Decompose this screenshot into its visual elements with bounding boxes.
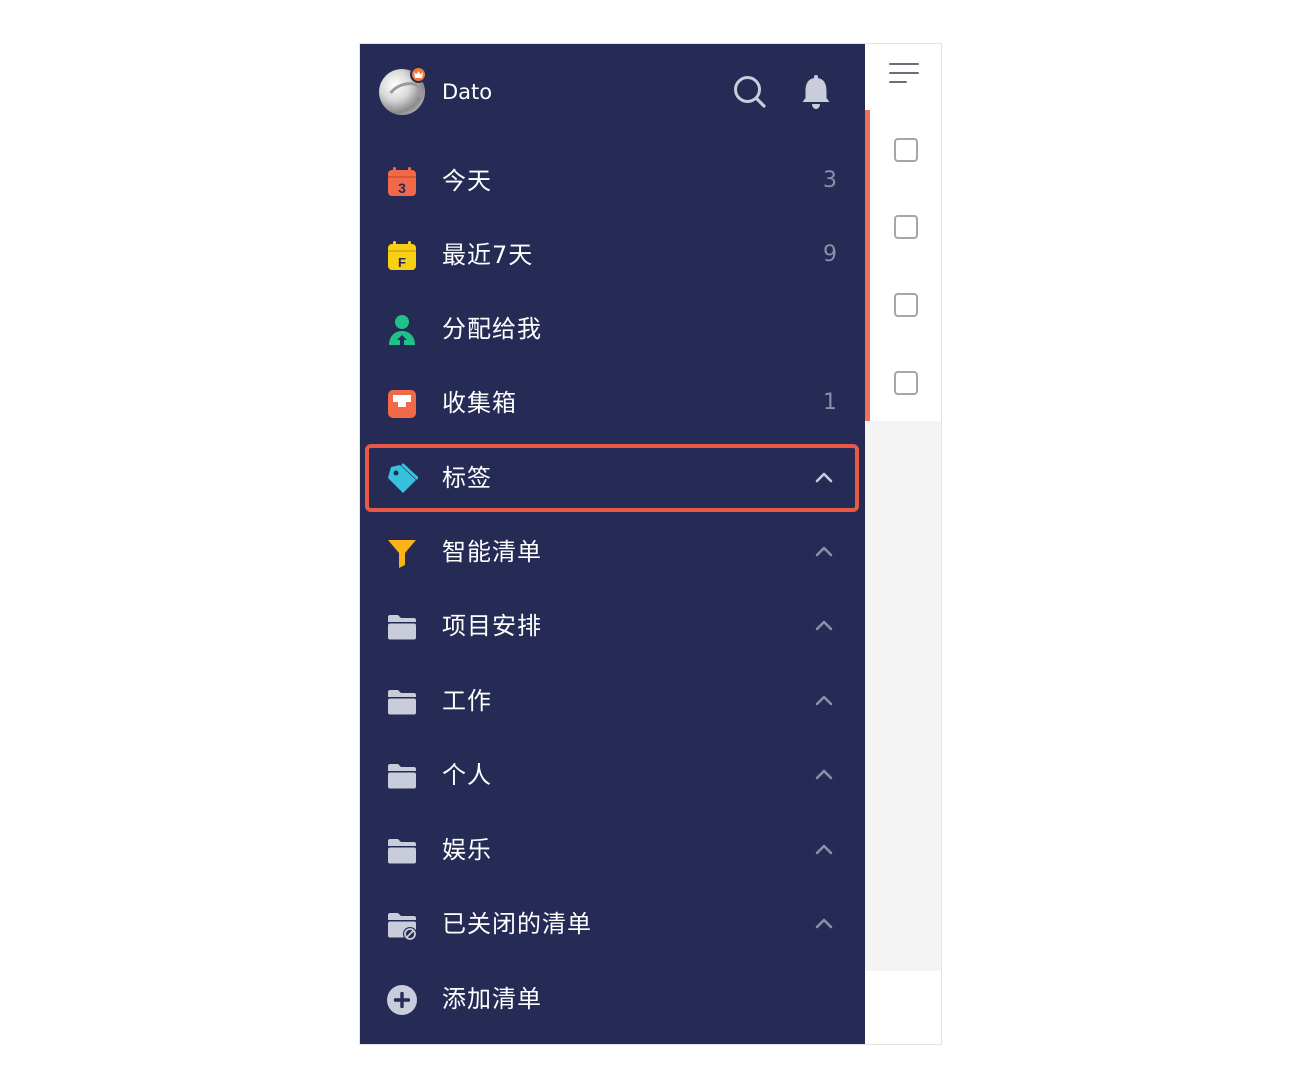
folder-icon: [386, 835, 418, 867]
chevron-up-icon[interactable]: [813, 617, 835, 633]
svg-text:F: F: [398, 255, 406, 270]
menu-item-label: 工作: [442, 687, 492, 715]
menu-item-closed-lists[interactable]: 已关闭的清单: [360, 887, 865, 961]
folder-icon: [386, 760, 418, 792]
menu-item-folder-personal[interactable]: 个人: [360, 738, 865, 812]
inbox-icon: [386, 388, 418, 420]
task-checkbox[interactable]: [894, 138, 918, 162]
add-circle-icon: [386, 984, 418, 1016]
svg-text:3: 3: [398, 180, 406, 196]
menu-item-label: 个人: [442, 761, 492, 789]
menu-item-assigned-to-me[interactable]: 分配给我: [360, 292, 865, 366]
menu-item-today[interactable]: 3 今天 3: [360, 144, 865, 218]
chevron-up-icon[interactable]: [813, 692, 835, 708]
username[interactable]: Dato: [442, 78, 492, 106]
task-checkbox[interactable]: [894, 371, 918, 395]
menu-item-label: 添加清单: [442, 985, 542, 1013]
task-count: 1: [823, 390, 837, 415]
chevron-up-icon[interactable]: [813, 543, 835, 559]
menu-item-folder-work[interactable]: 工作: [360, 664, 865, 738]
menu-item-next-7-days[interactable]: F 最近7天 9: [360, 218, 865, 292]
menu-item-folder-entertainment[interactable]: 娱乐: [360, 813, 865, 887]
phone-screen: Dato 3 今天 3 F 最近7天 9 分配给我 收集箱 1 标签 智能清单 …: [359, 43, 942, 1045]
bell-icon[interactable]: [798, 74, 834, 110]
navigation-drawer: Dato 3 今天 3 F 最近7天 9 分配给我 收集箱 1 标签 智能清单 …: [360, 44, 865, 1044]
empty-area: [865, 421, 941, 971]
filter-icon: [386, 537, 418, 569]
task-count: 9: [823, 242, 837, 267]
chevron-up-icon[interactable]: [813, 841, 835, 857]
menu-item-label: 今天: [442, 167, 492, 195]
closed-folder-icon: [386, 909, 418, 941]
menu-item-inbox[interactable]: 收集箱 1: [360, 366, 865, 440]
assigned-person-icon: [386, 314, 418, 346]
menu-item-label: 最近7天: [442, 241, 534, 269]
search-icon[interactable]: [732, 74, 768, 110]
folder-icon: [386, 611, 418, 643]
hamburger-menu-icon[interactable]: [889, 61, 921, 89]
menu-item-smart-lists[interactable]: 智能清单: [360, 515, 865, 589]
task-list-pane: [865, 44, 941, 1044]
chevron-up-icon[interactable]: [813, 766, 835, 782]
task-checkbox[interactable]: [894, 293, 918, 317]
menu-item-label: 项目安排: [442, 612, 542, 640]
folder-icon: [386, 686, 418, 718]
menu-item-label: 收集箱: [442, 389, 517, 417]
menu-item-label: 智能清单: [442, 538, 542, 566]
menu-item-folder-project-plan[interactable]: 项目安排: [360, 589, 865, 663]
calendar-today-icon: 3: [386, 166, 418, 198]
priority-strip: [865, 110, 870, 421]
menu-item-label: 已关闭的清单: [442, 910, 592, 938]
avatar[interactable]: [379, 66, 427, 115]
task-count: 3: [823, 168, 837, 193]
menu-item-label: 娱乐: [442, 836, 492, 864]
menu-item-add-list[interactable]: 添加清单: [360, 962, 865, 1036]
drawer-header: Dato: [360, 44, 865, 140]
task-checkbox[interactable]: [894, 215, 918, 239]
chevron-up-icon[interactable]: [813, 915, 835, 931]
highlight-box: [365, 444, 859, 512]
crown-badge-icon: [410, 66, 427, 83]
menu-item-label: 分配给我: [442, 315, 542, 343]
calendar-week-icon: F: [386, 240, 418, 272]
